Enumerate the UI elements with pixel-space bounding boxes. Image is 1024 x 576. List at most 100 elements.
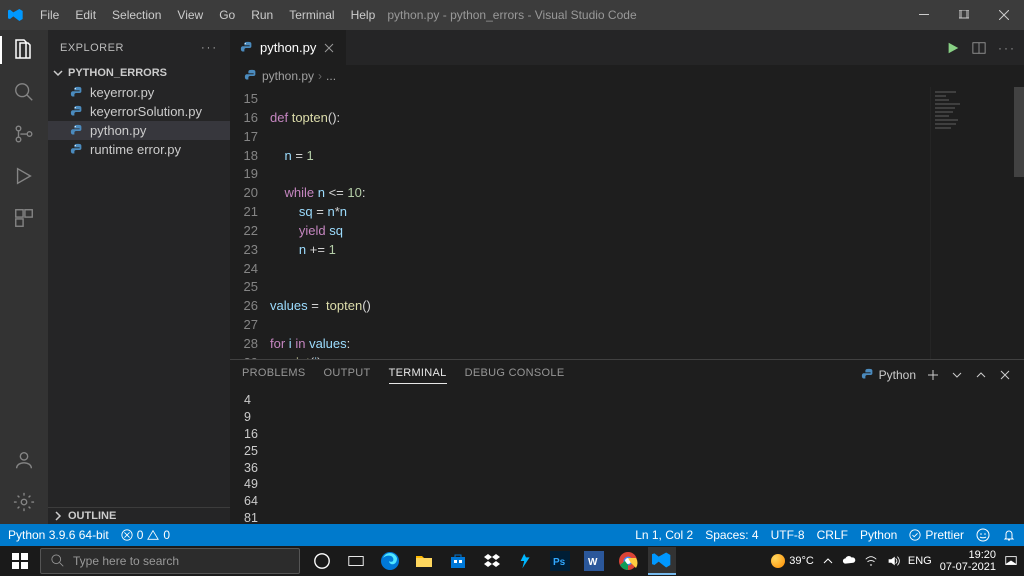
terminal-content[interactable]: 49162536496481100PS C:\Users\ayushi trip… [230,390,1024,524]
menu-run[interactable]: Run [243,0,281,30]
window-controls [904,0,1024,30]
word-icon[interactable]: W [580,547,608,575]
edge-icon[interactable] [376,547,404,575]
panel-tab-terminal[interactable]: TERMINAL [389,367,447,384]
status-spaces[interactable]: Spaces: 4 [705,528,758,542]
outline-section-header[interactable]: OUTLINE [48,507,230,524]
status-language[interactable]: Python [860,528,897,542]
menu-go[interactable]: Go [211,0,243,30]
tray-expand-icon[interactable] [822,555,834,567]
search-icon[interactable] [12,80,36,104]
file-item[interactable]: keyerror.py [48,83,230,102]
editor-actions: ··· [946,41,1016,55]
chevron-down-icon[interactable] [950,368,964,382]
status-encoding[interactable]: UTF-8 [771,528,805,542]
maximize-button[interactable] [944,0,984,30]
shell-name: Python [879,368,916,382]
vscode-logo-icon [8,7,24,23]
tab-label: python.py [260,40,316,55]
status-feedback-icon[interactable] [976,528,990,542]
extensions-icon[interactable] [12,206,36,230]
task-view-icon[interactable] [342,547,370,575]
menu-file[interactable]: File [32,0,67,30]
editor-content[interactable]: 151617181920212223242526272829 def topte… [230,87,1024,359]
panel-tab-debug-console[interactable]: DEBUG CONSOLE [465,367,565,383]
settings-icon[interactable] [12,490,36,514]
close-panel-icon[interactable] [998,368,1012,382]
search-placeholder: Type here to search [73,554,179,568]
clock[interactable]: 19:2007-07-2021 [940,549,996,573]
tab-python-py[interactable]: python.py [230,30,347,65]
project-name: PYTHON_ERRORS [68,67,167,79]
breadcrumb[interactable]: python.py › ... [230,65,1024,87]
run-debug-icon[interactable] [12,164,36,188]
panel: PROBLEMS OUTPUT TERMINAL DEBUG CONSOLE Pyth… [230,359,1024,524]
dropbox-icon[interactable] [478,547,506,575]
app-icon[interactable] [512,547,540,575]
menu-view[interactable]: View [169,0,211,30]
python-file-icon [244,69,258,83]
file-item[interactable]: keyerrorSolution.py [48,102,230,121]
project-section-header[interactable]: PYTHON_ERRORS [48,65,230,81]
panel-actions: Python [861,368,1012,382]
scrollbar-vertical[interactable] [1010,87,1024,359]
minimize-button[interactable] [904,0,944,30]
titlebar: FileEditSelectionViewGoRunTerminalHelp p… [0,0,1024,30]
vscode-taskbar-icon[interactable] [648,547,676,575]
status-problems[interactable]: 0 0 [121,528,170,542]
panel-tab-problems[interactable]: PROBLEMS [242,367,306,383]
status-python-version[interactable]: Python 3.9.6 64-bit [8,528,109,542]
menu-terminal[interactable]: Terminal [281,0,342,30]
close-icon[interactable] [322,41,336,55]
more-actions-icon[interactable]: ··· [998,41,1016,55]
onedrive-icon[interactable] [842,554,856,568]
file-item[interactable]: python.py [48,121,230,140]
status-eol[interactable]: CRLF [817,528,848,542]
run-icon[interactable] [946,41,960,55]
cortana-icon[interactable] [308,547,336,575]
error-icon [121,529,133,541]
line-numbers: 151617181920212223242526272829 [230,87,270,359]
split-editor-icon[interactable] [972,41,986,55]
status-bell-icon[interactable] [1002,528,1016,542]
chrome-icon[interactable] [614,547,642,575]
source-control-icon[interactable] [12,122,36,146]
editor-tabs: python.py ··· [230,30,1024,65]
sidebar: EXPLORER ··· PYTHON_ERRORS keyerror.pyke… [48,30,230,524]
check-circle-icon [909,529,921,541]
panel-tab-output[interactable]: OUTPUT [324,367,371,383]
explorer-icon[interactable] [12,38,36,62]
taskbar-search[interactable]: Type here to search [40,548,300,574]
menu-edit[interactable]: Edit [67,0,104,30]
notifications-icon[interactable] [1004,554,1018,568]
language-indicator[interactable]: ENG [908,555,932,567]
minimap[interactable] [930,87,1010,359]
maximize-panel-icon[interactable] [974,368,988,382]
python-file-icon [240,41,254,55]
status-bar: Python 3.9.6 64-bit 0 0 Ln 1, Col 2 Spac… [0,524,1024,546]
outline-label: OUTLINE [68,510,116,522]
weather-widget[interactable]: 39°C [771,554,814,568]
photoshop-icon[interactable]: Ps [546,547,574,575]
add-terminal-icon[interactable] [926,368,940,382]
file-item[interactable]: runtime error.py [48,140,230,159]
code-lines[interactable]: def topten(): n = 1 while n <= 10: sq = … [270,87,1024,359]
menu-selection[interactable]: Selection [104,0,169,30]
windows-taskbar: Type here to search Ps W 39°C ENG 19:200… [0,546,1024,576]
sidebar-more-icon[interactable]: ··· [201,42,218,54]
menu-help[interactable]: Help [343,0,384,30]
start-button[interactable] [0,546,40,576]
close-button[interactable] [984,0,1024,30]
wifi-icon[interactable] [864,554,878,568]
window-title: python.py - python_errors - Visual Studi… [387,8,636,22]
status-cursor-pos[interactable]: Ln 1, Col 2 [635,528,693,542]
breadcrumb-file: python.py [262,69,314,83]
file-explorer-icon[interactable] [410,547,438,575]
volume-icon[interactable] [886,554,900,568]
terminal-shell-select[interactable]: Python [861,368,916,382]
panel-tabs: PROBLEMS OUTPUT TERMINAL DEBUG CONSOLE Pyth… [230,360,1024,390]
store-icon[interactable] [444,547,472,575]
svg-text:W: W [588,557,598,568]
accounts-icon[interactable] [12,448,36,472]
status-prettier[interactable]: Prettier [909,528,964,542]
